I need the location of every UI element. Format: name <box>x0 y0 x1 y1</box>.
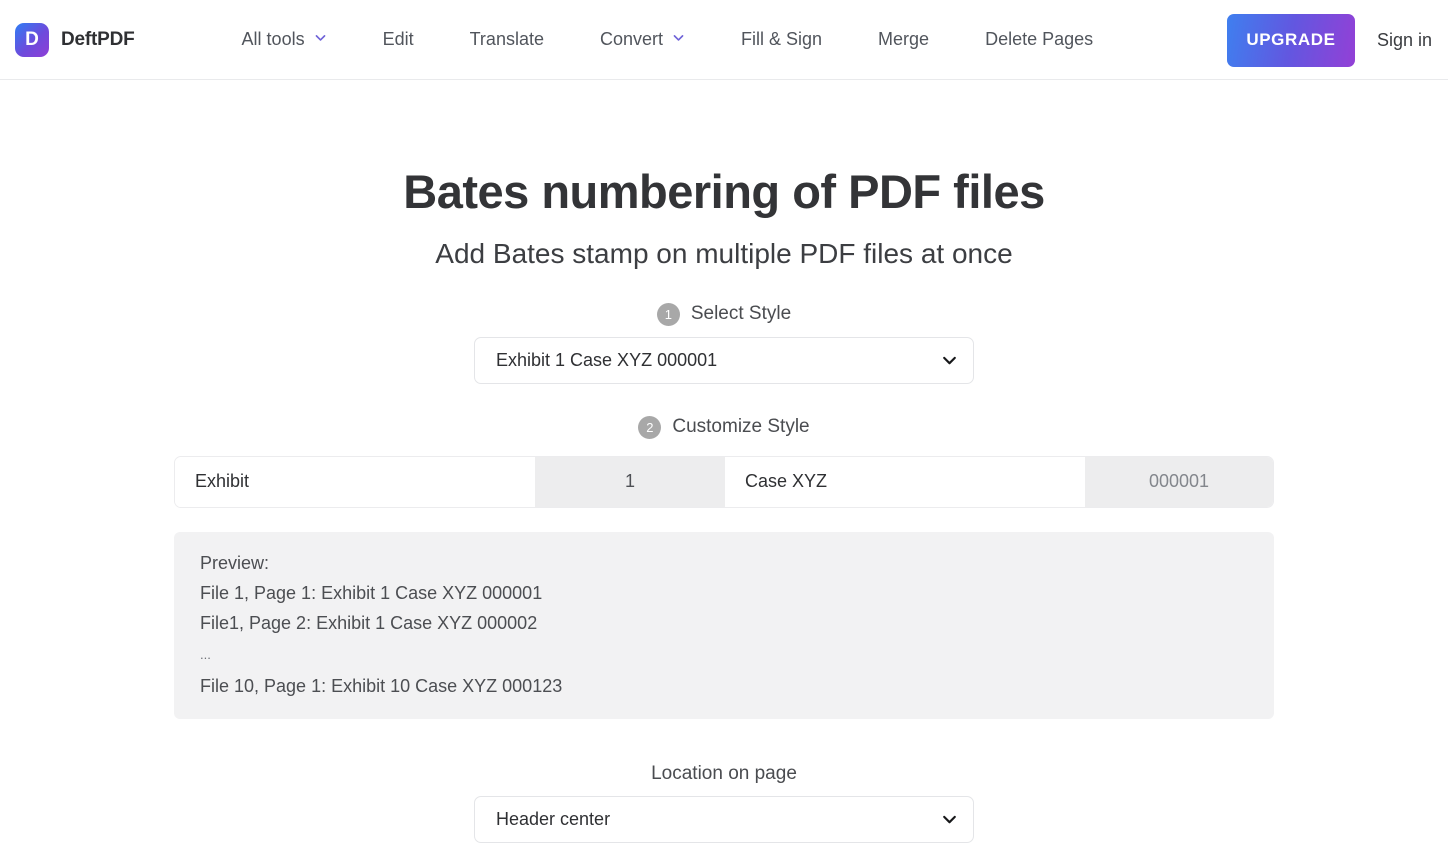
location-on-page-dropdown[interactable]: Header center <box>474 796 974 843</box>
customize-style-row: Exhibit 1 Case XYZ 000001 <box>174 456 1274 508</box>
deftpdf-logo-icon: D <box>15 23 49 57</box>
preview-line: File 1, Page 1: Exhibit 1 Case XYZ 00000… <box>200 584 1248 614</box>
step-2-badge: 2 <box>638 416 661 439</box>
step-2-heading: 2 Customize Style <box>0 416 1448 439</box>
logo-letter: D <box>25 30 39 49</box>
number-input[interactable]: 000001 <box>1085 457 1273 507</box>
brand-logo-link[interactable]: D DeftPDF <box>15 23 135 57</box>
nav-item-label: Convert <box>600 29 663 50</box>
preview-line: File1, Page 2: Exhibit 1 Case XYZ 000002 <box>200 614 1248 644</box>
select-style-dropdown[interactable]: Exhibit 1 Case XYZ 000001 <box>474 337 974 384</box>
nav-item-label: Translate <box>470 29 544 50</box>
nav-item-label: Delete Pages <box>985 29 1093 50</box>
main-nav: All tools Edit Translate Convert Fill & … <box>242 23 1094 56</box>
nav-item-label: All tools <box>242 29 305 50</box>
nav-item-label: Fill & Sign <box>741 29 822 50</box>
main-content: Bates numbering of PDF files Add Bates s… <box>0 80 1448 866</box>
nav-item-delete-pages[interactable]: Delete Pages <box>985 23 1093 56</box>
page-subtitle: Add Bates stamp on multiple PDF files at… <box>0 218 1448 270</box>
upgrade-button[interactable]: UPGRADE <box>1227 14 1355 67</box>
step-1-heading: 1 Select Style <box>0 303 1448 326</box>
nav-item-merge[interactable]: Merge <box>878 23 929 56</box>
nav-item-edit[interactable]: Edit <box>383 23 414 56</box>
location-select-wrapper: Header center <box>474 796 974 843</box>
nav-item-label: Merge <box>878 29 929 50</box>
chevron-down-icon <box>314 31 327 44</box>
preview-line-ellipsis: ... <box>200 644 1248 677</box>
chevron-down-icon <box>672 31 685 44</box>
nav-item-label: Edit <box>383 29 414 50</box>
nav-item-fill-and-sign[interactable]: Fill & Sign <box>741 23 822 56</box>
nav-item-all-tools[interactable]: All tools <box>242 23 327 56</box>
location-on-page-label: Location on page <box>0 763 1448 785</box>
preview-line: File 10, Page 1: Exhibit 10 Case XYZ 000… <box>200 677 1248 695</box>
nav-item-convert[interactable]: Convert <box>600 23 685 56</box>
select-style-wrapper: Exhibit 1 Case XYZ 000001 <box>474 337 974 384</box>
prefix-input[interactable]: Exhibit <box>175 457 535 507</box>
header-actions: UPGRADE Sign in <box>1227 0 1432 80</box>
step-1-badge: 1 <box>657 303 680 326</box>
case-input[interactable]: Case XYZ <box>725 457 1085 507</box>
nav-item-translate[interactable]: Translate <box>470 23 544 56</box>
step-1-label: Select Style <box>691 303 791 325</box>
step-2-label: Customize Style <box>672 416 809 438</box>
brand-name: DeftPDF <box>61 29 135 51</box>
site-header: D DeftPDF All tools Edit Translate Conve… <box>0 0 1448 80</box>
counter-input[interactable]: 1 <box>535 457 725 507</box>
page-title: Bates numbering of PDF files <box>0 80 1448 218</box>
preview-box: Preview: File 1, Page 1: Exhibit 1 Case … <box>174 532 1274 719</box>
sign-in-link[interactable]: Sign in <box>1377 30 1432 51</box>
preview-heading: Preview: <box>200 554 1248 584</box>
